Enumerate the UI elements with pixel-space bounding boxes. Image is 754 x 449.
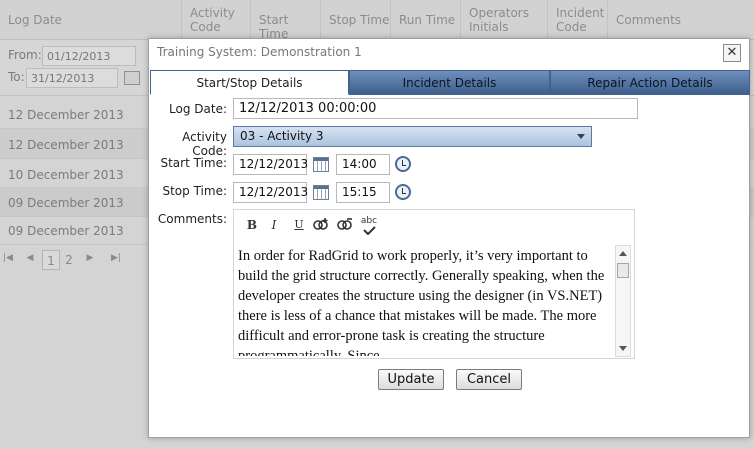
chevron-down-icon xyxy=(577,134,585,139)
column-start-time[interactable]: Start Time xyxy=(250,0,320,41)
from-date-input[interactable]: 01/12/2013 xyxy=(42,46,136,66)
log-date-field[interactable]: 12/12/2013 00:00:00 xyxy=(233,98,638,119)
column-run-time[interactable]: Run Time xyxy=(390,0,460,40)
page-number-current[interactable]: 1 xyxy=(42,250,60,270)
column-log-date[interactable]: Log Date xyxy=(0,0,181,40)
to-date-input[interactable]: 31/12/2013 xyxy=(26,68,118,88)
tab-incident-details[interactable]: Incident Details xyxy=(349,70,550,95)
column-activity-code-label: Activity Code xyxy=(190,6,235,34)
bold-icon[interactable]: B xyxy=(242,216,262,234)
prev-page-icon[interactable]: ◀ xyxy=(22,249,38,267)
stop-clock-icon[interactable] xyxy=(395,184,411,200)
comments-editor: B I U abc In order for RadGrid to work p… xyxy=(233,209,635,359)
editor-toolbar: B I U abc xyxy=(234,210,634,240)
edit-dialog: Training System: Demonstration 1 ✕ Start… xyxy=(148,38,750,438)
last-page-icon[interactable]: ▶| xyxy=(108,249,124,267)
column-stop-time[interactable]: Stop Time xyxy=(320,0,390,40)
spellcheck-icon[interactable]: abc xyxy=(359,216,379,235)
calendar-icon[interactable] xyxy=(124,71,140,85)
spellcheck-tick xyxy=(363,226,376,235)
spellcheck-label: abc xyxy=(360,216,378,226)
activity-code-label: Activity Code: xyxy=(182,130,227,158)
next-page-icon[interactable]: ▶ xyxy=(82,249,98,267)
comments-text[interactable]: In order for RadGrid to work properly, i… xyxy=(238,246,610,356)
italic-icon[interactable]: I xyxy=(264,216,284,234)
scroll-down-icon[interactable] xyxy=(619,346,627,351)
from-label: From: xyxy=(8,48,42,62)
tab-repair-action-details[interactable]: Repair Action Details xyxy=(550,70,750,95)
comments-label: Comments: xyxy=(157,212,227,226)
update-button[interactable]: Update xyxy=(378,369,444,390)
start-time-label: Start Time: xyxy=(160,156,227,170)
to-label: To: xyxy=(8,70,25,84)
stop-time-label: Stop Time: xyxy=(162,184,227,198)
page-number[interactable]: 2 xyxy=(60,250,78,270)
insert-link-icon[interactable] xyxy=(311,216,331,234)
insert-link-glyph xyxy=(313,218,328,230)
activity-code-value: 03 - Activity 3 xyxy=(240,129,324,143)
start-date-input[interactable]: 12/12/2013 xyxy=(233,154,308,175)
stop-date-input[interactable]: 12/12/2013 xyxy=(233,182,308,203)
dialog-title: Training System: Demonstration 1 xyxy=(157,45,362,59)
scroll-thumb[interactable] xyxy=(617,263,629,278)
tab-start-stop-details[interactable]: Start/Stop Details xyxy=(150,70,349,95)
comments-scrollbar[interactable] xyxy=(615,245,631,357)
start-calendar-icon[interactable] xyxy=(313,157,329,172)
start-time-input[interactable]: 14:00 xyxy=(336,154,390,175)
remove-link-glyph xyxy=(337,218,352,230)
first-page-icon[interactable]: |◀ xyxy=(0,249,16,267)
close-icon[interactable]: ✕ xyxy=(723,44,741,62)
start-clock-icon[interactable] xyxy=(395,156,411,172)
remove-link-icon[interactable] xyxy=(335,216,355,234)
tab-strip: Start/Stop Details Incident Details Repa… xyxy=(150,70,750,95)
column-incident-code[interactable]: Incident Code xyxy=(547,0,607,40)
column-operators-initials[interactable]: Operators Initials xyxy=(460,0,547,40)
grid-header: Log Date Activity Code Start Time Stop T… xyxy=(0,0,754,41)
column-comments[interactable]: Comments xyxy=(607,0,754,40)
stop-time-input[interactable]: 15:15 xyxy=(336,182,390,203)
activity-code-select[interactable]: 03 - Activity 3 xyxy=(233,126,592,147)
cancel-button[interactable]: Cancel xyxy=(456,369,522,390)
underline-icon[interactable]: U xyxy=(289,216,309,234)
stop-calendar-icon[interactable] xyxy=(313,185,329,200)
scroll-up-icon[interactable] xyxy=(619,251,627,256)
column-incident-code-label: Incident Code xyxy=(556,6,605,34)
log-date-label: Log Date: xyxy=(169,102,227,116)
column-operators-initials-label: Operators Initials xyxy=(469,6,529,34)
column-activity-code[interactable]: Activity Code xyxy=(181,0,250,40)
